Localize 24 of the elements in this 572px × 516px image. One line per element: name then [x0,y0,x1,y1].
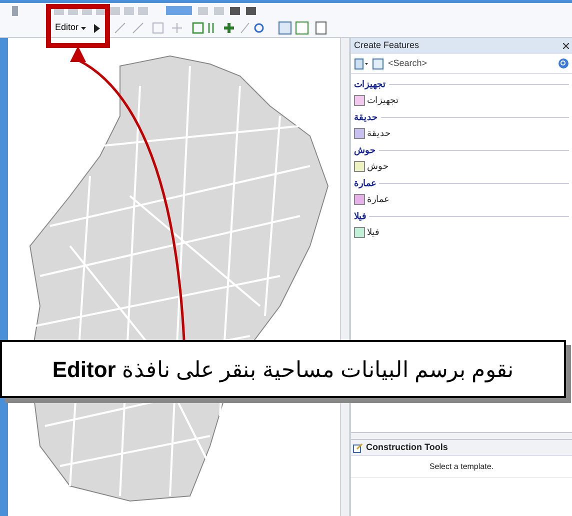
group-header: تجهيزات [354,78,386,92]
template-item[interactable]: حديقة [354,126,569,140]
close-icon[interactable] [563,43,569,49]
panel-title: Construction Tools [366,440,448,454]
template-item[interactable]: حوش [354,160,569,173]
template-item[interactable]: عمارة [354,192,569,206]
group-header: عمارة [354,177,376,190]
search-icon[interactable] [558,58,569,69]
empty-message: Select a template. [429,460,494,472]
editor-menu[interactable]: Editor [54,21,87,35]
organize-templates-icon[interactable] [354,58,368,70]
template-item[interactable]: فيلا [354,226,569,239]
grip-icon[interactable] [12,6,18,16]
highlight-frame [46,4,110,48]
search-field[interactable]: <Search> [388,56,554,70]
panel-title: Create Features [354,39,420,52]
group-header: فيلا [354,210,366,223]
group-header: حديقة [354,111,378,124]
template-item[interactable]: تجهيزات [354,94,569,107]
table-icon[interactable] [372,58,384,70]
group-header: حوش [354,144,376,158]
caret-icon [80,26,86,30]
edit-tool-icon[interactable] [92,24,101,32]
pencil-icon [353,442,363,452]
